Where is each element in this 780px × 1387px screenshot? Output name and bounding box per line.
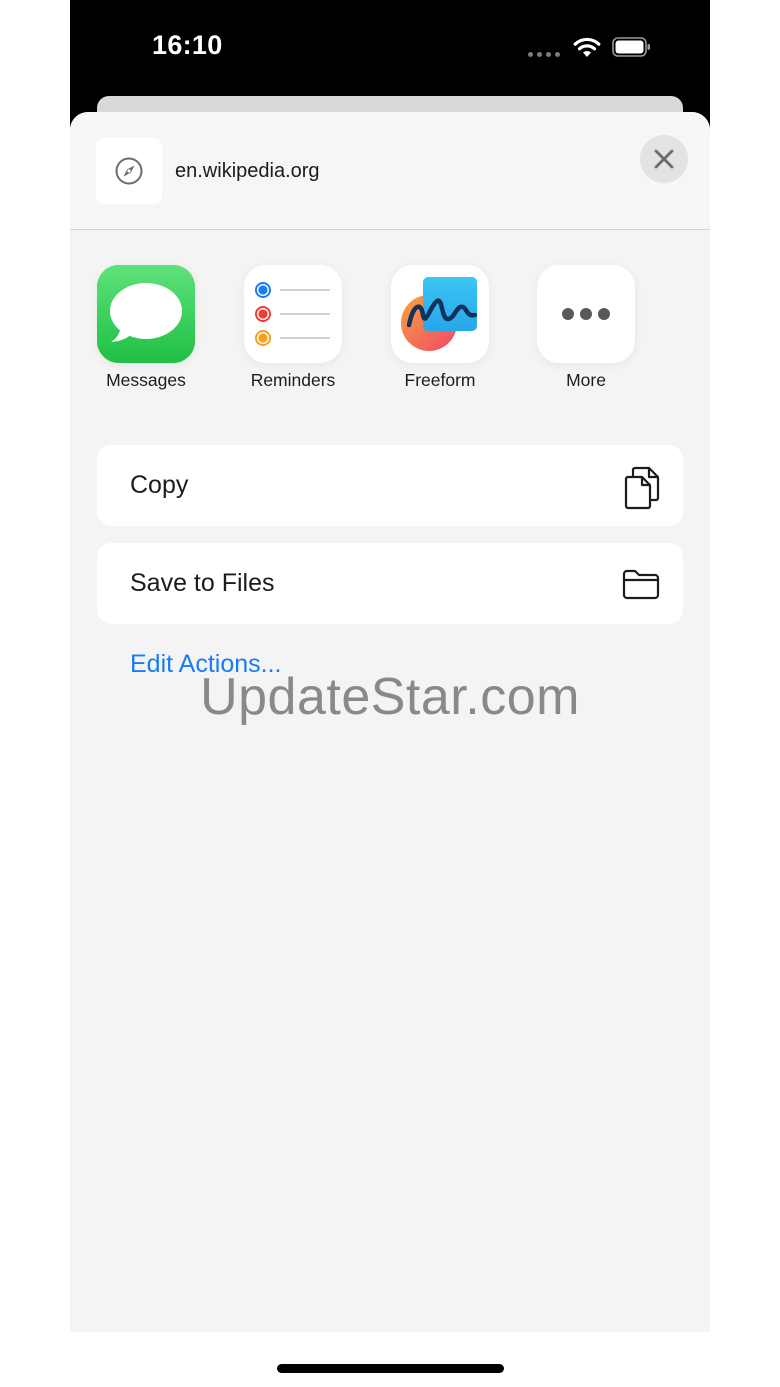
app-label: Freeform bbox=[404, 370, 476, 390]
battery-icon bbox=[612, 37, 650, 57]
app-messages[interactable]: Messages bbox=[76, 265, 216, 391]
close-icon bbox=[654, 149, 674, 169]
app-label: Messages bbox=[106, 370, 186, 390]
status-bar: 16:10 bbox=[70, 0, 710, 96]
app-label: Reminders bbox=[250, 370, 336, 390]
compass-icon bbox=[115, 157, 143, 185]
freeform-app-icon bbox=[391, 265, 489, 363]
app-reminders[interactable]: Reminders bbox=[223, 265, 363, 391]
app-freeform[interactable]: Freeform bbox=[370, 265, 510, 391]
status-time: 16:10 bbox=[152, 30, 223, 60]
copy-icon bbox=[624, 466, 660, 510]
share-sheet: en.wikipedia.org Messages Reminders Free… bbox=[70, 112, 710, 1332]
watermark: UpdateStar.com bbox=[200, 668, 580, 726]
copy-action[interactable]: Copy bbox=[97, 445, 683, 526]
share-sheet-header: en.wikipedia.org bbox=[70, 112, 710, 230]
messages-app-icon bbox=[97, 265, 195, 363]
app-label: More bbox=[566, 370, 606, 390]
share-apps-row: Messages Reminders Freeform More bbox=[70, 265, 710, 405]
cellular-signal-icon bbox=[528, 52, 560, 58]
wifi-icon bbox=[573, 37, 601, 57]
shared-url: en.wikipedia.org bbox=[175, 160, 320, 182]
reminders-app-icon bbox=[244, 265, 342, 363]
app-more[interactable]: More bbox=[516, 265, 656, 391]
phone-screen: 16:10 en.wikipedia.org Messages Reminder… bbox=[70, 0, 710, 1332]
close-button[interactable] bbox=[640, 135, 688, 183]
save-to-files-action[interactable]: Save to Files bbox=[97, 543, 683, 624]
site-thumbnail bbox=[96, 138, 162, 204]
folder-icon bbox=[622, 569, 660, 600]
action-label: Save to Files bbox=[130, 569, 275, 597]
more-icon bbox=[537, 265, 635, 363]
action-label: Copy bbox=[130, 471, 189, 499]
home-indicator[interactable] bbox=[277, 1364, 504, 1373]
